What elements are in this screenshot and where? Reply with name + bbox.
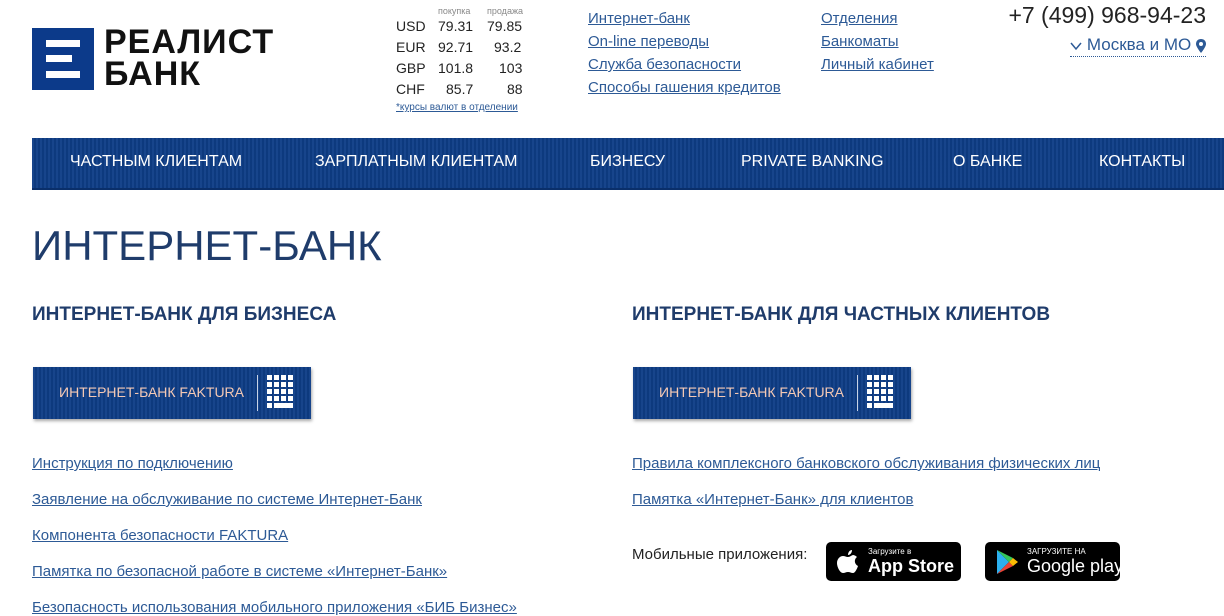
rate-sell: 93.2: [494, 39, 522, 55]
nav-private-banking[interactable]: PRIVATE BANKING: [741, 153, 884, 171]
google-play-small-text: ЗАГРУЗИТЕ НА: [1027, 547, 1086, 556]
city-selector[interactable]: Москва и МО: [1070, 35, 1206, 57]
rate-buy: 92.71: [438, 39, 474, 55]
app-store-small-text: Загрузите в: [868, 547, 912, 556]
logo-line-2: БАНК: [104, 55, 202, 93]
private-doc-link[interactable]: Правила комплексного банковского обслужи…: [632, 455, 1100, 472]
business-faktura-button[interactable]: ИНТЕРНЕТ-БАНК FAKTURA: [33, 367, 311, 419]
app-store-big-text: App Store: [868, 556, 955, 576]
main-nav: ЧАСТНЫМ КЛИЕНТАМ ЗАРПЛАТНЫМ КЛИЕНТАМ БИЗ…: [32, 138, 1224, 190]
bank-logo-icon[interactable]: [32, 28, 94, 90]
city-label: Москва и МО: [1086, 35, 1192, 54]
link-atms[interactable]: Банкоматы: [821, 33, 899, 50]
button-divider: [257, 375, 258, 411]
phone-number[interactable]: +7 (499) 968-94-23: [1008, 2, 1206, 29]
private-faktura-button[interactable]: ИНТЕРНЕТ-БАНК FAKTURA: [633, 367, 911, 419]
button-divider: [857, 375, 858, 411]
rate-buy: 79.31: [438, 18, 474, 34]
rate-buy: 101.8: [438, 60, 474, 76]
keypad-icon: [865, 375, 899, 411]
business-doc-link[interactable]: Памятка по безопасной работе в системе «…: [32, 563, 447, 580]
link-branches[interactable]: Отделения: [821, 10, 898, 27]
sell-header: продажа: [487, 6, 523, 16]
mobile-apps-label: Мобильные приложения:: [632, 546, 808, 563]
google-play-big-text: Google play: [1027, 556, 1124, 576]
rate-sell: 79.85: [487, 18, 523, 34]
rate-row: CHF 85.7 88: [396, 81, 526, 101]
link-internet-bank[interactable]: Интернет-банк: [588, 10, 690, 27]
rate-code: EUR: [396, 39, 426, 55]
business-section-title: ИНТЕРНЕТ-БАНК ДЛЯ БИЗНЕСА: [32, 304, 337, 325]
google-play-icon: [997, 550, 1018, 574]
private-section-title: ИНТЕРНЕТ-БАНК ДЛЯ ЧАСТНЫХ КЛИЕНТОВ: [632, 304, 1051, 325]
page-title: ИНТЕРНЕТ-БАНК: [32, 222, 382, 269]
faktura-button-label: ИНТЕРНЕТ-БАНК FAKTURA: [59, 384, 245, 400]
app-store-button[interactable]: Загрузите в App Store: [826, 542, 961, 581]
link-security-service[interactable]: Служба безопасности: [588, 56, 741, 73]
buy-header: покупка: [438, 6, 471, 16]
business-doc-link[interactable]: Компонента безопасности FAKTURA: [32, 527, 288, 544]
chevron-down-icon: [1070, 42, 1082, 50]
rate-code: GBP: [396, 60, 426, 76]
rate-buy: 85.7: [446, 81, 474, 97]
nav-business[interactable]: БИЗНЕСУ: [590, 153, 665, 171]
rate-code: USD: [396, 18, 426, 34]
logo-line-1: РЕАЛИСТ: [104, 23, 275, 61]
rate-row: EUR 92.71 93.2: [396, 39, 526, 59]
rate-code: CHF: [396, 81, 425, 97]
nav-about-bank[interactable]: О БАНКЕ: [953, 153, 1022, 171]
nav-salary-clients[interactable]: ЗАРПЛАТНЫМ КЛИЕНТАМ: [315, 153, 517, 171]
link-online-transfers[interactable]: On-line переводы: [588, 33, 709, 50]
rates-note-link[interactable]: *курсы валют в отделении: [396, 102, 518, 113]
business-doc-link[interactable]: Инструкция по подключению: [32, 455, 233, 472]
faktura-button-label: ИНТЕРНЕТ-БАНК FAKTURA: [659, 384, 845, 400]
logo-text[interactable]: РЕАЛИСТ БАНК: [104, 23, 275, 93]
keypad-icon: [265, 375, 299, 411]
nav-contacts[interactable]: КОНТАКТЫ: [1099, 153, 1185, 171]
link-loan-repayment[interactable]: Способы гашения кредитов: [588, 79, 781, 96]
link-personal-account[interactable]: Личный кабинет: [821, 56, 934, 73]
apple-icon: [837, 550, 858, 573]
rate-row: GBP 101.8 103: [396, 60, 526, 80]
rate-sell: 88: [507, 81, 523, 97]
google-play-button[interactable]: ЗАГРУЗИТЕ НА Google play: [985, 542, 1124, 581]
business-doc-link[interactable]: Безопасность использования мобильного пр…: [32, 599, 517, 616]
private-doc-link[interactable]: Памятка «Интернет-Банк» для клиентов: [632, 491, 913, 508]
location-pin-icon: [1196, 38, 1206, 53]
rate-sell: 103: [499, 60, 523, 76]
business-doc-link[interactable]: Заявление на обслуживание по системе Инт…: [32, 491, 422, 508]
nav-private-clients[interactable]: ЧАСТНЫМ КЛИЕНТАМ: [70, 153, 242, 171]
rate-row: USD 79.31 79.85: [396, 18, 526, 38]
